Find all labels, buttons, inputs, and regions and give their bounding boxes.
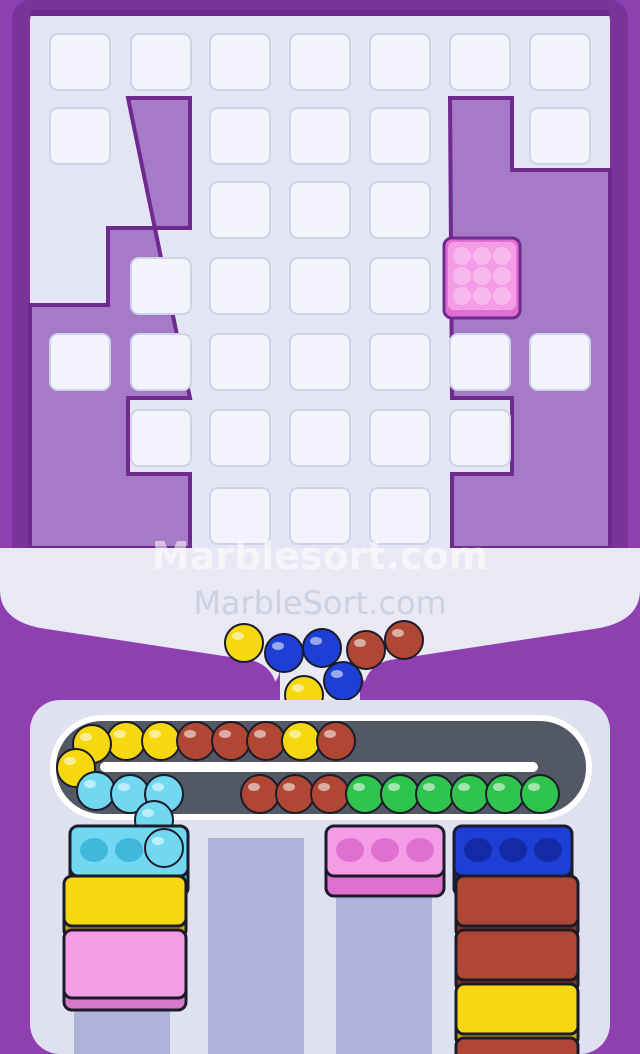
cyan-marble	[76, 771, 116, 811]
brown-marble	[384, 620, 424, 660]
board-tile[interactable]	[369, 257, 431, 315]
pink-block-marble	[493, 287, 511, 305]
board-tile[interactable]	[130, 257, 192, 315]
board-tile[interactable]	[449, 333, 511, 391]
board-tile[interactable]	[369, 33, 431, 91]
pink-block-marble	[453, 247, 471, 265]
board-tile[interactable]	[529, 333, 591, 391]
board-tile[interactable]	[130, 333, 192, 391]
pink-tray[interactable]	[324, 824, 446, 898]
board-tile[interactable]	[289, 333, 351, 391]
board-tile[interactable]	[289, 181, 351, 239]
green-marble	[415, 774, 455, 814]
yellow-marble	[224, 623, 264, 663]
board-tile[interactable]	[209, 107, 271, 165]
tray-slot	[371, 838, 399, 862]
board-tile[interactable]	[289, 487, 351, 545]
board-tile[interactable]	[130, 409, 192, 467]
yellow-marble	[106, 721, 146, 761]
board-tile[interactable]	[209, 409, 271, 467]
pink-block-marble	[453, 267, 471, 285]
board-tile[interactable]	[209, 333, 271, 391]
board-tile[interactable]	[49, 107, 111, 165]
board-tile[interactable]	[449, 33, 511, 91]
green-marble	[345, 774, 385, 814]
tray-slot	[115, 838, 143, 862]
brown-marble	[176, 721, 216, 761]
brown-stack-box[interactable]	[454, 1036, 580, 1054]
green-marble	[485, 774, 525, 814]
brown-marble	[240, 774, 280, 814]
board-tile[interactable]	[369, 333, 431, 391]
pink-block-marble	[473, 247, 491, 265]
tray-slot	[464, 838, 492, 862]
tray-slot	[406, 838, 434, 862]
tray-slot	[336, 838, 364, 862]
yellow-marble	[281, 721, 321, 761]
board-tile[interactable]	[289, 33, 351, 91]
brown-marble	[346, 630, 386, 670]
brown-marble	[310, 774, 350, 814]
pink-marble-block[interactable]	[442, 236, 522, 320]
board-tile[interactable]	[369, 487, 431, 545]
green-marble	[450, 774, 490, 814]
brown-marble	[275, 774, 315, 814]
brown-marble	[316, 721, 356, 761]
board-tile[interactable]	[130, 33, 192, 91]
tray-slot	[534, 838, 562, 862]
board-tile[interactable]	[369, 409, 431, 467]
pink-block-marble	[453, 287, 471, 305]
board-tile[interactable]	[529, 107, 591, 165]
pink-stack-box[interactable]	[62, 928, 188, 1012]
board-tile[interactable]	[209, 181, 271, 239]
board-tile[interactable]	[529, 33, 591, 91]
board-tile[interactable]	[369, 181, 431, 239]
pink-block-marble	[473, 287, 491, 305]
board-tile[interactable]	[289, 257, 351, 315]
brown-marble	[246, 721, 286, 761]
conveyor-divider	[100, 762, 538, 772]
board-tile[interactable]	[289, 409, 351, 467]
pink-block-marble	[473, 267, 491, 285]
tray-marble	[144, 828, 184, 868]
tray-slot	[80, 838, 108, 862]
brown-marble	[211, 721, 251, 761]
game-scene	[0, 0, 640, 1054]
blue-marble	[323, 661, 363, 701]
board-tile[interactable]	[209, 257, 271, 315]
blue-marble	[264, 633, 304, 673]
board-tile[interactable]	[49, 33, 111, 91]
board-tile[interactable]	[369, 107, 431, 165]
empty-column-1[interactable]	[208, 838, 304, 1054]
board-tile[interactable]	[49, 333, 111, 391]
pink-block-marble	[493, 247, 511, 265]
blue-marble	[302, 628, 342, 668]
board-tile[interactable]	[209, 33, 271, 91]
green-marble	[380, 774, 420, 814]
green-marble	[520, 774, 560, 814]
empty-column-2[interactable]	[336, 890, 432, 1054]
pink-block-marble	[493, 267, 511, 285]
board-tile[interactable]	[289, 107, 351, 165]
board-tile[interactable]	[209, 487, 271, 545]
yellow-marble	[141, 721, 181, 761]
tray-slot	[499, 838, 527, 862]
board	[12, 0, 628, 600]
board-tile[interactable]	[449, 409, 511, 467]
